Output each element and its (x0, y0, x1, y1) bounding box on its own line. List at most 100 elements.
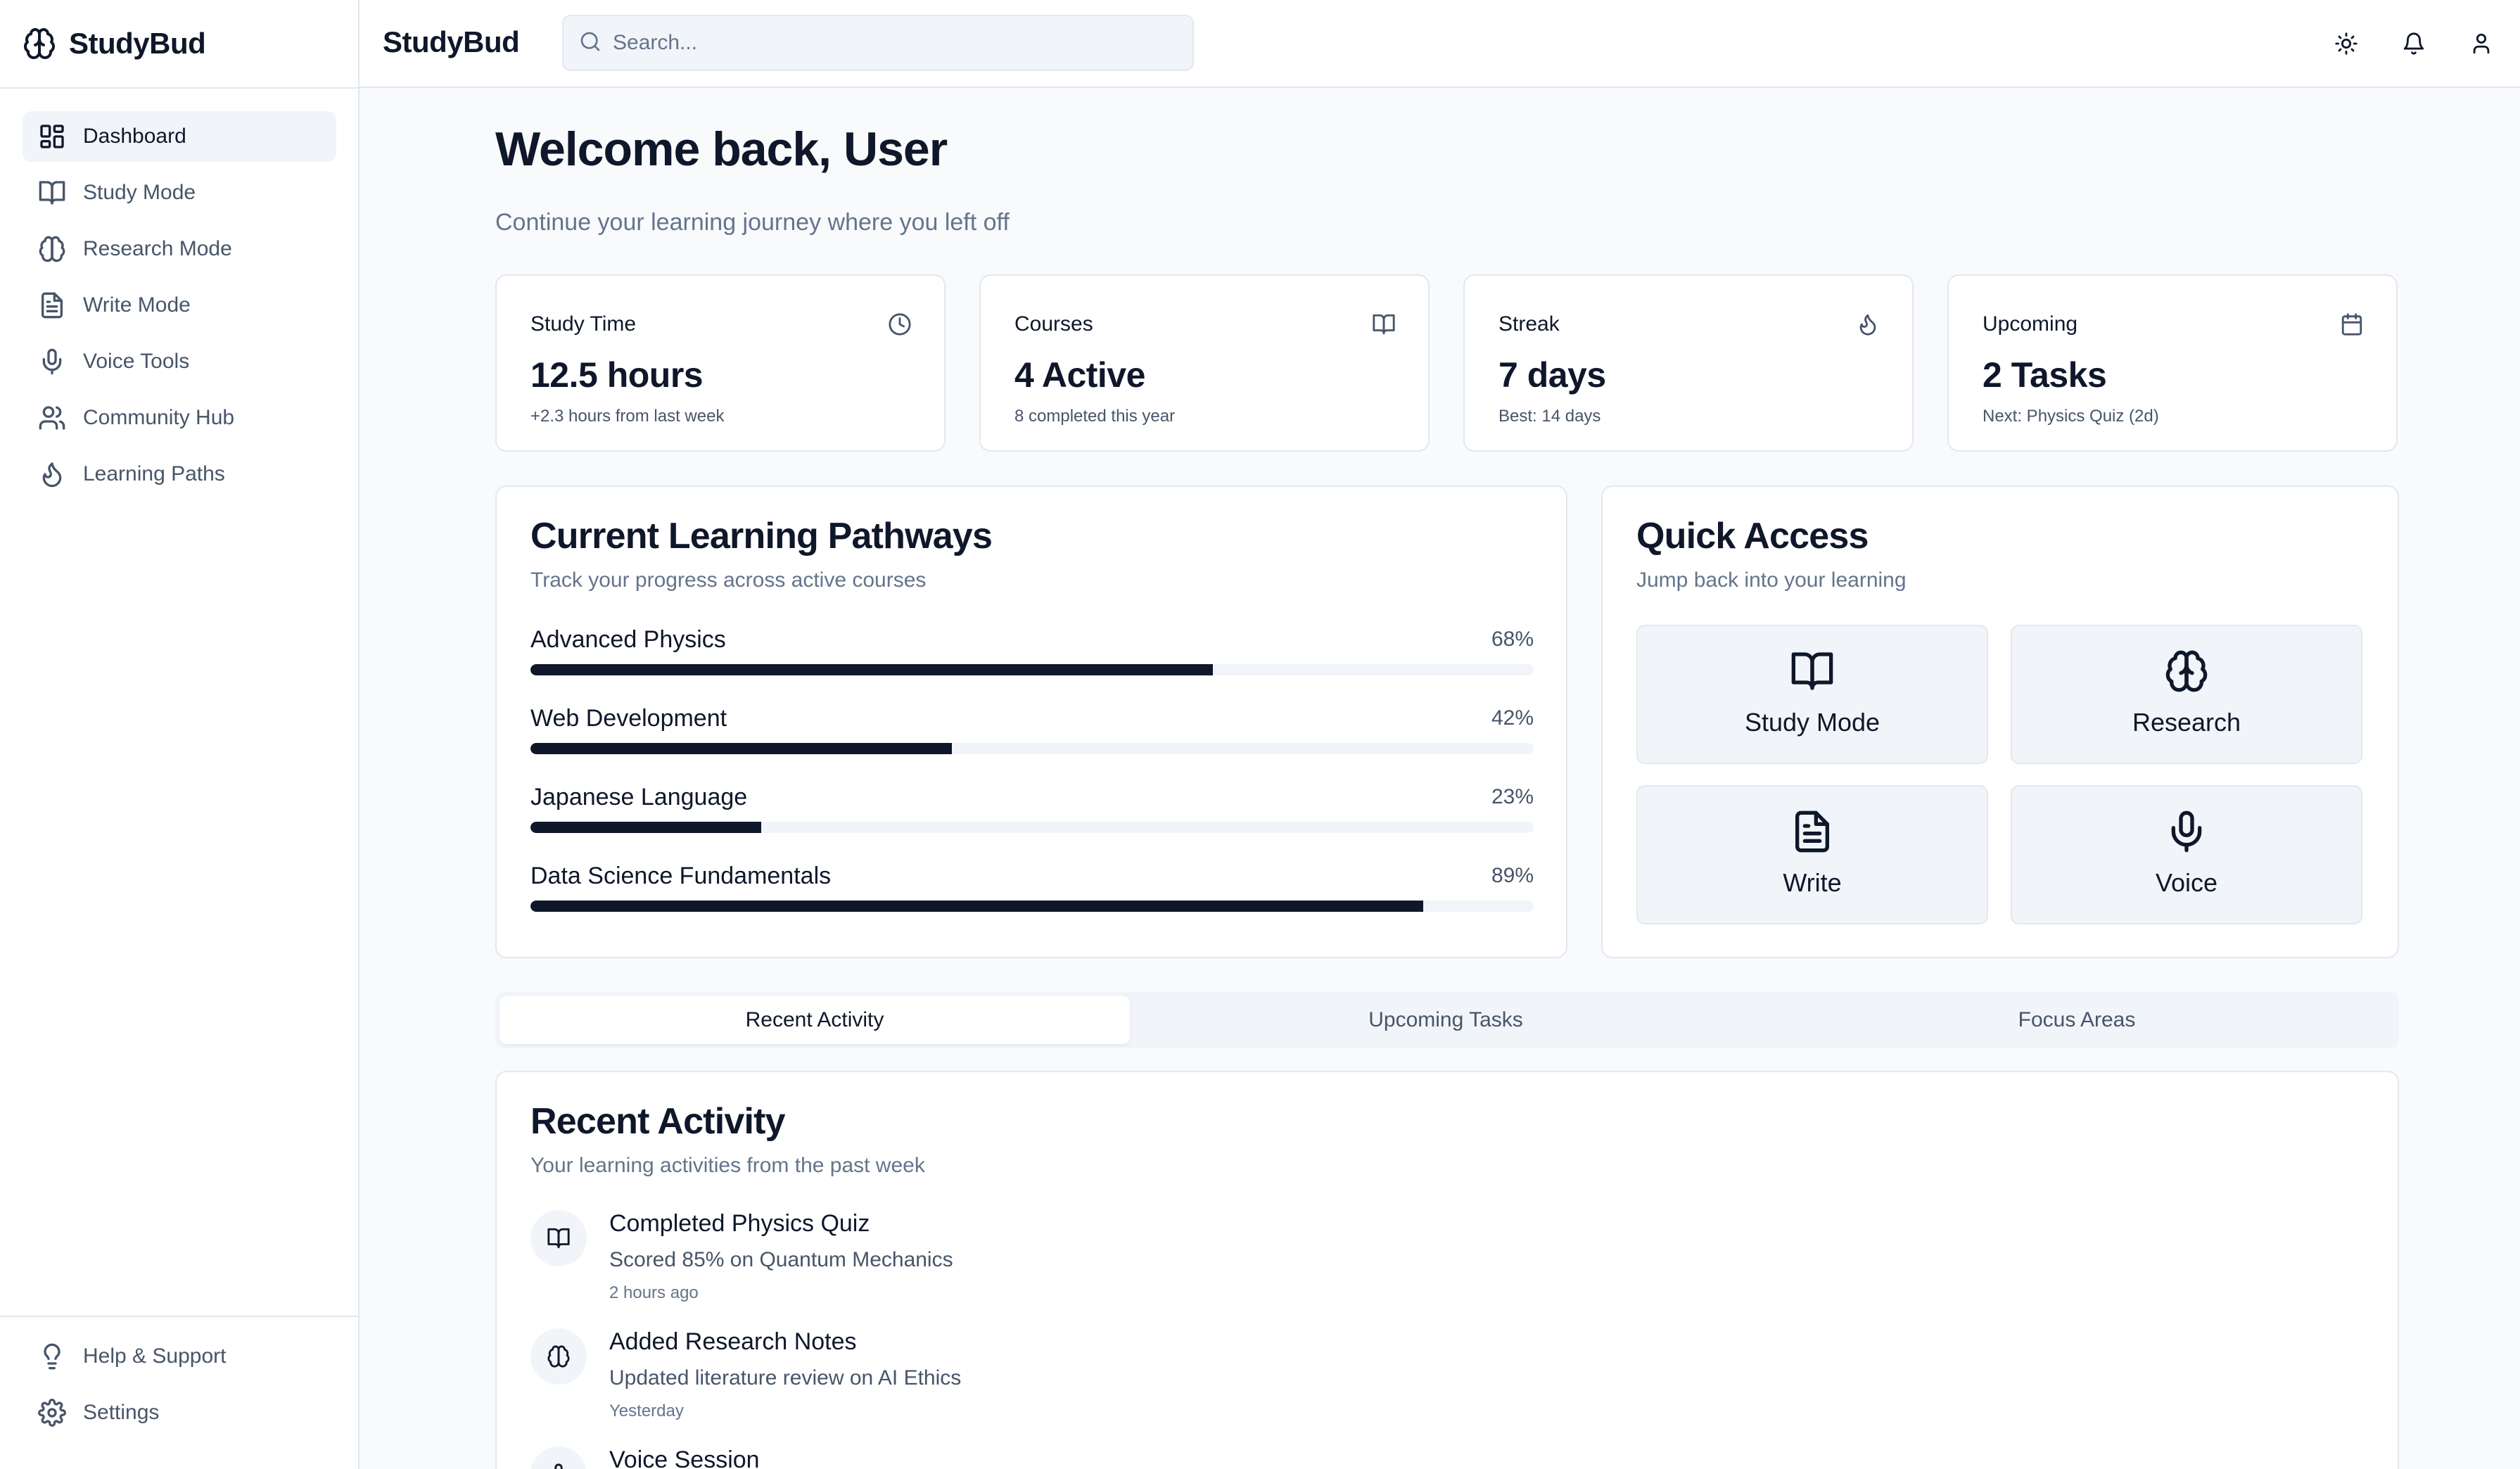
tab-recent-activity[interactable]: Recent Activity (499, 996, 1130, 1044)
dashboard-icon (38, 122, 66, 151)
lightbulb-icon (38, 1342, 66, 1371)
pathways-subtitle: Track your progress across active course… (530, 568, 927, 592)
pathway-percent: 89% (1491, 864, 1534, 887)
brain-logo-icon (23, 27, 56, 61)
pathway-name: Data Science Fundamentals (530, 863, 832, 889)
users-icon (38, 404, 66, 432)
progress-bar (530, 901, 1534, 912)
stat-value: 2 Tasks (1983, 355, 2107, 395)
progress-fill (530, 664, 1213, 675)
pathways-title: Current Learning Pathways (530, 516, 993, 557)
sidebar-nav: Dashboard Study Mode Research Mode Write… (23, 111, 336, 505)
document-icon (38, 291, 66, 319)
divider (0, 87, 358, 89)
sidebar-item-label: Settings (83, 1401, 160, 1424)
sidebar-item-learning-paths[interactable]: Learning Paths (23, 449, 336, 500)
sidebar-item-help-support[interactable]: Help & Support (23, 1331, 336, 1382)
pathway-percent: 23% (1491, 785, 1534, 808)
pathway-name: Web Development (530, 705, 727, 732)
sidebar-item-settings[interactable]: Settings (23, 1387, 336, 1438)
clock-icon (888, 312, 912, 340)
stat-label: Study Time (530, 312, 637, 336)
sidebar-item-label: Voice Tools (83, 350, 190, 373)
quick-access-research-button[interactable]: Research (2011, 625, 2362, 764)
header-title[interactable]: StudyBud (383, 25, 520, 59)
progress-fill (530, 743, 952, 754)
stat-value: 7 days (1498, 355, 1606, 395)
user-icon[interactable] (2464, 27, 2498, 61)
book-icon (38, 179, 66, 207)
activity-title: Added Research Notes (609, 1328, 857, 1355)
sidebar: StudyBud Dashboard Study Mode Research M… (0, 0, 359, 1469)
brain-icon (38, 235, 66, 263)
progress-bar (530, 664, 1534, 675)
sun-icon[interactable] (2329, 27, 2363, 61)
activity-detail: Scored 85% on Quantum Mechanics (609, 1248, 953, 1271)
quick-access-label: Voice (2155, 868, 2218, 897)
app-root: StudyBud Dashboard Study Mode Research M… (0, 0, 2520, 1469)
stat-label: Upcoming (1983, 312, 2078, 336)
bell-icon[interactable] (2397, 27, 2431, 61)
activity-title: Completed Physics Quiz (609, 1210, 870, 1237)
search-icon (579, 30, 602, 56)
sidebar-item-label: Learning Paths (83, 462, 225, 485)
microphone-icon (530, 1446, 587, 1469)
sidebar-item-label: Help & Support (83, 1344, 227, 1368)
brain-icon (2164, 649, 2209, 694)
sidebar-item-research-mode[interactable]: Research Mode (23, 224, 336, 274)
quick-access-card: Quick Access Jump back into your learnin… (1601, 485, 2399, 958)
brain-icon (530, 1328, 587, 1385)
activity-title: Voice Session (609, 1446, 760, 1469)
progress-bar (530, 822, 1534, 833)
pathway-percent: 42% (1491, 706, 1534, 730)
learning-pathways-card: Current Learning Pathways Track your pro… (495, 485, 1567, 958)
progress-fill (530, 822, 761, 833)
gear-icon (38, 1399, 66, 1427)
sidebar-item-study-mode[interactable]: Study Mode (23, 167, 336, 218)
stat-card-courses: Courses 4 Active 8 completed this year (979, 274, 1430, 452)
tab-focus-areas[interactable]: Focus Areas (1762, 996, 2392, 1044)
activity-time: Yesterday (609, 1401, 684, 1420)
activity-detail: Updated literature review on AI Ethics (609, 1366, 962, 1389)
sidebar-item-label: Write Mode (83, 293, 191, 317)
pathway-name: Japanese Language (530, 784, 748, 810)
stat-label: Streak (1498, 312, 1560, 336)
page-title: Welcome back, User (495, 122, 948, 176)
sidebar-item-write-mode[interactable]: Write Mode (23, 280, 336, 331)
page-subtitle: Continue your learning journey where you… (495, 209, 1010, 236)
sidebar-brand[interactable]: StudyBud (23, 21, 206, 66)
stat-card-upcoming: Upcoming 2 Tasks Next: Physics Quiz (2d) (1947, 274, 2398, 452)
progress-bar (530, 743, 1534, 754)
book-icon (1790, 649, 1835, 694)
sidebar-item-dashboard[interactable]: Dashboard (23, 111, 336, 162)
stat-value: 12.5 hours (530, 355, 704, 395)
sidebar-item-voice-tools[interactable]: Voice Tools (23, 336, 336, 387)
sidebar-item-label: Dashboard (83, 125, 186, 148)
sidebar-item-community-hub[interactable]: Community Hub (23, 393, 336, 443)
microphone-icon (2164, 809, 2209, 854)
sidebar-item-label: Community Hub (83, 406, 235, 429)
document-icon (1790, 809, 1835, 854)
stat-card-streak: Streak 7 days Best: 14 days (1463, 274, 1914, 452)
recent-activity-title: Recent Activity (530, 1101, 786, 1142)
brand-name: StudyBud (69, 27, 206, 60)
tab-upcoming-tasks[interactable]: Upcoming Tasks (1131, 996, 1761, 1044)
book-icon (1372, 312, 1396, 340)
quick-access-subtitle: Jump back into your learning (1636, 568, 1907, 592)
quick-access-voice-button[interactable]: Voice (2011, 785, 2362, 924)
search-input[interactable] (613, 31, 1162, 55)
quick-access-write-button[interactable]: Write (1636, 785, 1988, 924)
recent-activity-subtitle: Your learning activities from the past w… (530, 1154, 925, 1177)
quick-access-study-mode-button[interactable]: Study Mode (1636, 625, 1988, 764)
sidebar-item-label: Study Mode (83, 181, 196, 204)
quick-access-label: Write (1783, 868, 1842, 897)
microphone-icon (38, 348, 66, 376)
pathway-name: Advanced Physics (530, 626, 726, 653)
stat-label: Courses (1014, 312, 1093, 336)
search-box[interactable] (562, 15, 1194, 71)
flame-icon (38, 460, 66, 488)
activity-time: 2 hours ago (609, 1283, 699, 1302)
stat-value: 4 Active (1014, 355, 1145, 395)
calendar-icon (2340, 312, 2364, 340)
sidebar-footer: Help & Support Settings (0, 1316, 358, 1444)
